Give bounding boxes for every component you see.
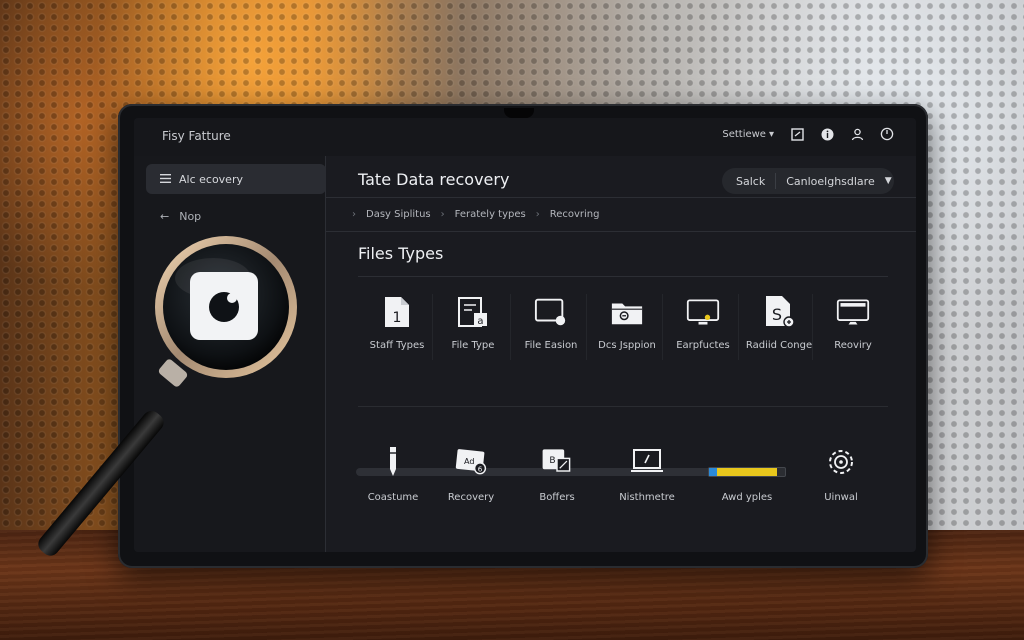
tool-label: Coastume (367, 492, 419, 503)
svg-text:1: 1 (393, 310, 402, 326)
chevron-right-icon: › (352, 209, 356, 220)
screen-icon[interactable] (790, 127, 804, 141)
file-type-reoviry[interactable]: Reoviry (814, 294, 892, 372)
file-type-label: Dcs Jsppion (598, 340, 656, 351)
file-type-staff-types[interactable]: 1 Staff Types (358, 294, 436, 372)
tool-label: Awd yples (721, 492, 773, 503)
svg-text:6: 6 (478, 464, 483, 473)
section-title: Files Types (358, 244, 444, 263)
gear-icon (823, 444, 859, 480)
tool-label: Boffers (539, 492, 575, 503)
desktop-icon (836, 294, 870, 330)
monitor-badge-icon (534, 294, 568, 330)
file-type-label: Radiid Conge (745, 340, 813, 351)
file-type-radiid-conge[interactable]: S Radiid Conge (740, 294, 818, 372)
top-bar: Fisy Fatture Settiewe ▾ (134, 118, 916, 156)
tool-label: Nisthmetre (619, 492, 675, 503)
chevron-right-icon: › (440, 209, 445, 220)
buffer-icon: B (539, 444, 575, 480)
tool-label: Recovery (447, 492, 495, 503)
tool-nisthmetre[interactable]: Nisthmetre (602, 444, 692, 503)
profile-menu[interactable]: Settiewe ▾ (722, 129, 774, 140)
grid-divider (662, 294, 663, 360)
file-type-label: Staff Types (369, 340, 425, 351)
grid-divider (586, 294, 587, 360)
file-type-file-type[interactable]: a File Type (434, 294, 512, 372)
grid-divider (738, 294, 739, 360)
menu-icon (160, 173, 171, 186)
sidebar-item-nop[interactable]: ← Nop (160, 206, 201, 226)
file-type-earpfuctes[interactable]: Earpfuctes (664, 294, 742, 372)
camera-notch (504, 108, 534, 118)
sidebar-item-recovery[interactable]: Alc ecovery (146, 164, 326, 194)
folder-icon (610, 294, 644, 330)
top-actions: Settiewe ▾ (722, 127, 894, 141)
progress-bar (708, 467, 786, 477)
search-dropdown[interactable]: Salck Canloelghsdlare ▼ (722, 168, 894, 194)
svg-text:a: a (477, 316, 483, 327)
pen-icon (375, 444, 411, 480)
file-type-label: Reoviry (834, 340, 872, 351)
file-type-label: File Easion (524, 340, 578, 351)
tool-recovery[interactable]: Ad 6 Recovery (426, 444, 516, 503)
section-divider (358, 276, 888, 277)
search-divider (775, 173, 777, 189)
tool-boffers[interactable]: B Boffers (512, 444, 602, 503)
breadcrumb-item[interactable]: Ferately types (455, 209, 526, 220)
tool-coastume[interactable]: Coastume (348, 444, 438, 503)
sidebar-item-label: Alc ecovery (179, 172, 243, 186)
chevron-down-icon: ▾ (768, 128, 774, 140)
magnifying-glass (38, 236, 297, 556)
page-title: Tate Data recovery (358, 170, 510, 189)
breadcrumb: › Dasy Siplitus › Ferately types › Recov… (326, 198, 916, 232)
file-type-label: Earpfuctes (676, 340, 730, 351)
info-icon[interactable] (820, 127, 834, 141)
display-icon (686, 294, 720, 330)
section-divider (358, 406, 888, 407)
dropdown-value: Canloelghsdlare (786, 174, 875, 188)
file-type-dcs-jsppion[interactable]: Dcs Jsppion (588, 294, 666, 372)
search-label: Salck (736, 174, 766, 188)
file-type-file-easion[interactable]: File Easion (512, 294, 590, 372)
progress-fill (709, 468, 778, 476)
sidebar-item-label: Nop (179, 209, 202, 223)
document-number-icon: 1 (380, 294, 414, 330)
power-icon[interactable] (880, 127, 894, 141)
chevron-down-icon: ▼ (884, 176, 892, 186)
tool-label: Uinwal (824, 492, 858, 503)
grid-divider (510, 294, 511, 360)
back-arrow-icon: ← (160, 209, 170, 223)
tool-uinwal[interactable]: Uinwal (796, 444, 886, 503)
chevron-right-icon: › (535, 209, 540, 220)
grid-divider (812, 294, 813, 360)
svg-text:Ad: Ad (464, 456, 475, 466)
file-edit-icon: a (456, 294, 490, 330)
dollar-document-icon: S (762, 294, 796, 330)
app-title: Fisy Fatture (162, 129, 231, 143)
svg-text:S: S (772, 305, 782, 324)
user-icon[interactable] (850, 127, 864, 141)
svg-text:B: B (549, 456, 555, 466)
profile-menu-label: Settiewe (722, 128, 766, 140)
laptop-icon (629, 444, 665, 480)
main-header: Tate Data recovery Salck Canloelghsdlare… (326, 156, 916, 198)
grid-divider (432, 294, 433, 360)
breadcrumb-item[interactable]: Recovring (550, 209, 600, 220)
card-icon: Ad 6 (453, 444, 489, 480)
file-type-label: File Type (451, 340, 495, 351)
breadcrumb-item[interactable]: Dasy Siplitus (366, 209, 431, 220)
